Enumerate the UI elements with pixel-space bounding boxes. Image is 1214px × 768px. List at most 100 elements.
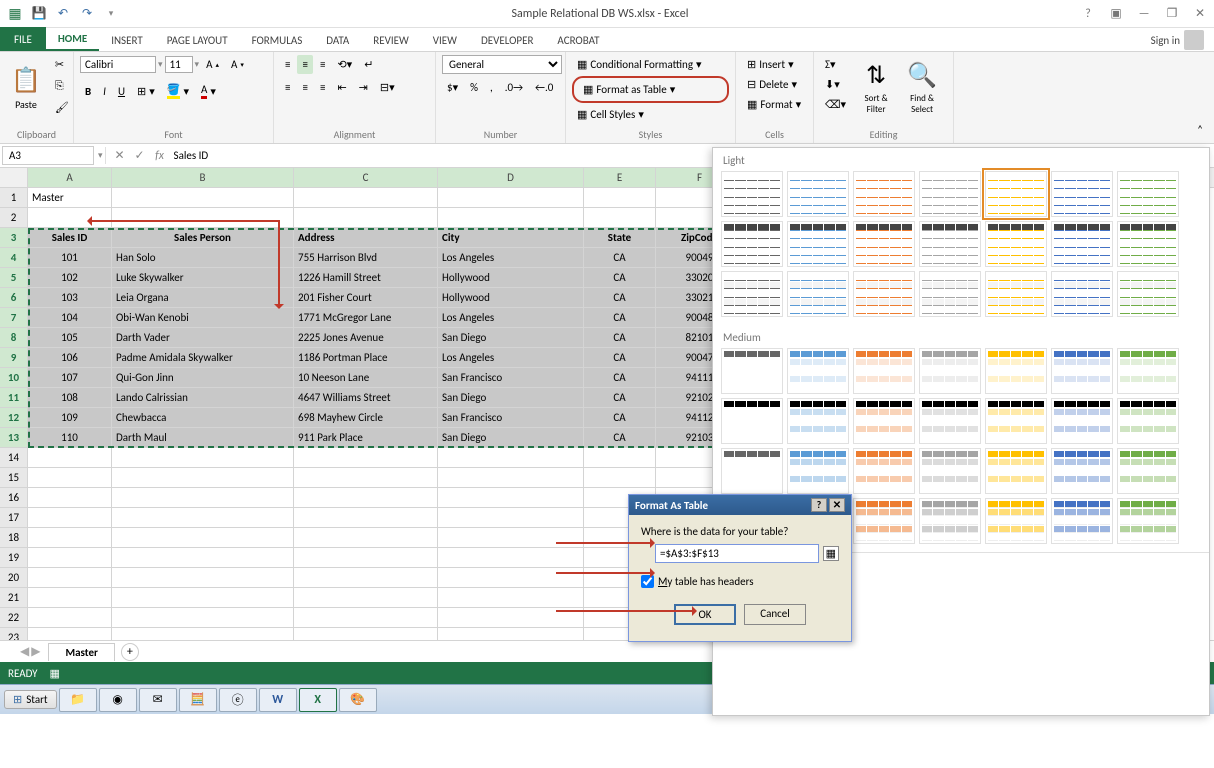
excel-icon[interactable]: ▦ [4,3,26,25]
fx-icon[interactable]: fx [150,149,170,163]
clear-button[interactable]: ⌫▾ [820,95,851,114]
cell[interactable] [112,548,294,568]
row-header[interactable]: 2 [0,208,28,228]
align-left-button[interactable]: ≡ [280,78,295,97]
cut-button[interactable]: ✂ [50,55,74,74]
cell[interactable] [28,588,112,608]
cell[interactable] [584,188,656,208]
cell[interactable] [294,588,438,608]
cell[interactable]: Darth Vader [112,328,294,348]
cell[interactable]: Leia Organa [112,288,294,308]
row-header[interactable]: 15 [0,468,28,488]
cell[interactable]: CA [584,428,656,448]
table-style-thumb[interactable] [919,271,981,317]
cell[interactable] [294,628,438,640]
cell[interactable] [28,488,112,508]
cell[interactable]: 10 Neeson Lane [294,368,438,388]
cell[interactable]: 755 Harrison Blvd [294,248,438,268]
add-sheet-button[interactable]: + [121,643,139,661]
table-style-thumb[interactable] [919,348,981,394]
tab-review[interactable]: REVIEW [361,30,421,51]
comma-button[interactable]: , [485,78,498,97]
cell[interactable] [294,528,438,548]
align-center-button[interactable]: ≡ [297,78,312,97]
table-style-thumb[interactable] [721,348,783,394]
cell[interactable]: Padme Amidala Skywalker [112,348,294,368]
cell[interactable]: 4647 Williams Street [294,388,438,408]
font-color-button[interactable]: A▾ [196,80,221,102]
underline-button[interactable]: U [113,82,130,101]
table-style-thumb[interactable] [787,221,849,267]
decrease-indent-button[interactable]: ⇤ [332,78,351,97]
cell[interactable] [112,568,294,588]
row-header[interactable]: 12 [0,408,28,428]
copy-button[interactable]: ⎘ [50,76,74,96]
font-name-input[interactable] [80,56,156,73]
cell[interactable] [28,448,112,468]
cell[interactable]: CA [584,308,656,328]
row-header[interactable]: 6 [0,288,28,308]
help-icon[interactable]: ? [1078,4,1098,24]
cell[interactable] [438,548,584,568]
dialog-close-button[interactable]: ✕ [829,498,845,512]
cell[interactable] [294,208,438,228]
cell[interactable] [294,548,438,568]
table-style-thumb[interactable] [853,221,915,267]
cell[interactable]: Los Angeles [438,308,584,328]
row-header[interactable]: 11 [0,388,28,408]
row-header[interactable]: 16 [0,488,28,508]
table-style-thumb[interactable] [985,221,1047,267]
row-header[interactable]: 21 [0,588,28,608]
table-style-thumb[interactable] [985,398,1047,444]
delete-cells-button[interactable]: ⊟Delete▾ [742,75,807,94]
cell[interactable] [294,448,438,468]
table-style-thumb[interactable] [721,221,783,267]
align-middle-button[interactable]: ≡ [297,55,312,74]
cell[interactable]: 1186 Portman Place [294,348,438,368]
table-style-thumb[interactable] [1051,348,1113,394]
number-format-select[interactable]: General [442,55,562,74]
cell[interactable] [438,508,584,528]
cell[interactable]: CA [584,368,656,388]
dialog-help-button[interactable]: ? [811,498,827,512]
outlook-task-icon[interactable]: ✉ [139,688,177,712]
table-style-thumb[interactable] [853,348,915,394]
cell[interactable] [438,208,584,228]
align-top-button[interactable]: ≡ [280,55,295,74]
chevron-down-icon[interactable]: ▾ [158,59,163,70]
cell[interactable]: 103 [28,288,112,308]
increase-font-button[interactable]: A▴ [201,55,224,74]
table-style-thumb[interactable] [1117,498,1179,544]
cell[interactable]: 110 [28,428,112,448]
row-header[interactable]: 14 [0,448,28,468]
cell[interactable] [28,568,112,588]
column-header[interactable]: D [438,168,584,187]
table-style-thumb[interactable] [1051,271,1113,317]
cell[interactable]: CA [584,408,656,428]
cell[interactable] [584,208,656,228]
cell[interactable] [438,188,584,208]
tab-view[interactable]: VIEW [421,30,469,51]
cell[interactable]: Chewbacca [112,408,294,428]
headers-checkbox[interactable] [641,575,654,588]
cell[interactable] [438,568,584,588]
name-box[interactable] [2,146,94,165]
table-style-thumb[interactable] [1117,448,1179,494]
close-icon[interactable]: ✕ [1190,4,1210,24]
restore-icon[interactable]: ❐ [1162,4,1182,24]
cell[interactable]: 2225 Jones Avenue [294,328,438,348]
cell[interactable]: CA [584,268,656,288]
cell[interactable]: Master [28,188,112,208]
cell[interactable]: 106 [28,348,112,368]
row-header[interactable]: 9 [0,348,28,368]
prev-sheet-icon[interactable]: ◀ [20,644,29,659]
cell[interactable]: State [584,228,656,248]
redo-icon[interactable]: ↷ [76,3,98,25]
table-style-thumb[interactable] [1117,221,1179,267]
fill-color-button[interactable]: 🪣▾ [162,80,194,102]
row-header[interactable]: 20 [0,568,28,588]
table-style-thumb[interactable] [985,498,1047,544]
table-style-thumb[interactable] [721,448,783,494]
table-style-thumb[interactable] [721,171,783,217]
table-style-thumb[interactable] [853,498,915,544]
